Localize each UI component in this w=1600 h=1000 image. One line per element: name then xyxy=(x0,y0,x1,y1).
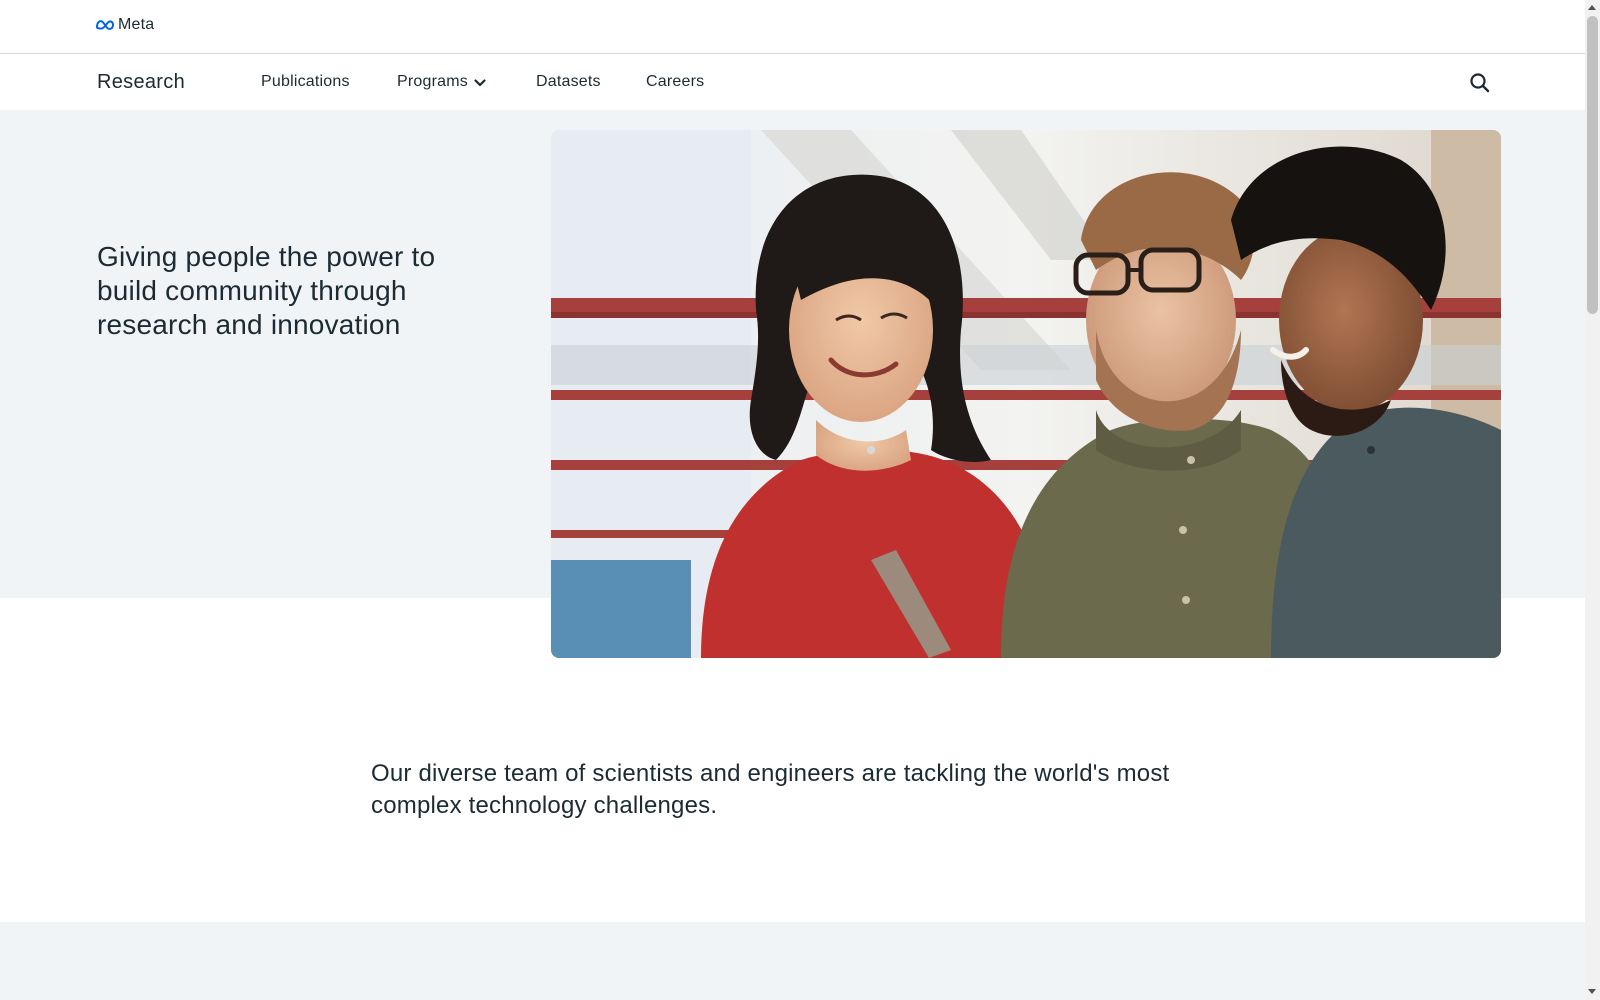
nav-item-label: Careers xyxy=(646,73,705,90)
nav-item-label: Datasets xyxy=(536,73,601,90)
scroll-down-arrow-icon[interactable] xyxy=(1588,989,1596,994)
mission-statement: Our diverse team of scientists and engin… xyxy=(371,760,1170,819)
hero-team-photo xyxy=(551,130,1501,658)
search-button[interactable] xyxy=(1468,71,1492,95)
next-section xyxy=(0,922,1585,1000)
hero-heading: Giving people the power to build communi… xyxy=(97,241,436,340)
chevron-down-icon xyxy=(474,79,486,87)
research-nav: Research Publications Programs Datasets … xyxy=(0,54,1585,110)
brand-bar: Meta xyxy=(0,0,1585,54)
page-scrollbar[interactable] xyxy=(1585,0,1600,1000)
nav-item-careers[interactable]: Careers xyxy=(646,72,704,92)
nav-item-programs[interactable]: Programs xyxy=(397,72,486,92)
team-photo xyxy=(551,130,1501,658)
search-icon xyxy=(1470,73,1490,93)
scroll-thumb[interactable] xyxy=(1587,16,1598,314)
nav-item-label: Programs xyxy=(397,73,468,90)
meta-logo-link[interactable]: Meta xyxy=(95,16,154,34)
meta-infinity-logo-icon xyxy=(95,20,115,30)
scroll-up-arrow-icon[interactable] xyxy=(1588,5,1596,10)
nav-item-label: Publications xyxy=(261,73,350,90)
nav-item-publications[interactable]: Publications xyxy=(261,72,350,92)
brand-name: Meta xyxy=(118,16,155,33)
nav-item-datasets[interactable]: Datasets xyxy=(536,72,601,92)
site-title-research[interactable]: Research xyxy=(97,69,185,95)
